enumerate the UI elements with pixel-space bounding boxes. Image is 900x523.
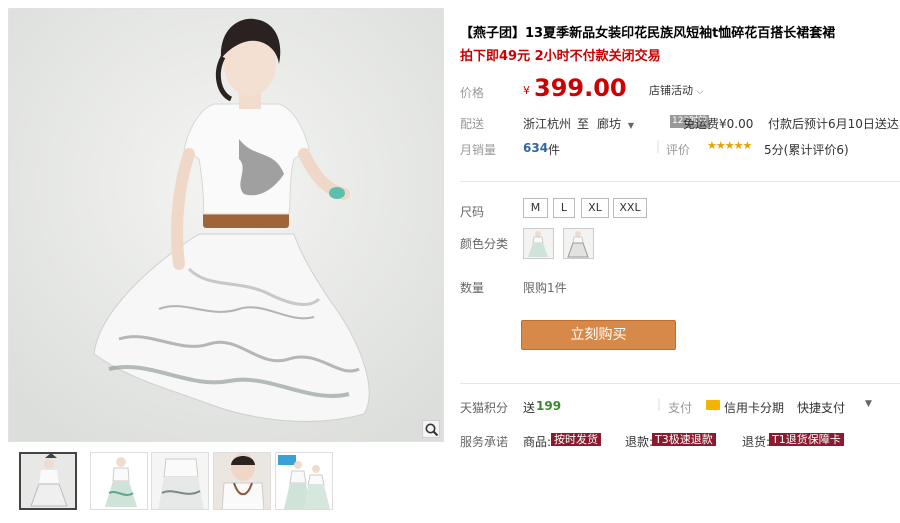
color-label: 颜色分类	[460, 237, 509, 251]
color-option-2[interactable]	[563, 228, 594, 259]
chevron-down-icon[interactable]: ▼	[865, 399, 872, 409]
shipping-note: 付款后预计6月10日送达	[768, 117, 899, 131]
quantity-limit: 限购1件	[523, 281, 567, 295]
quick-pay-link[interactable]: 快捷支付	[797, 399, 845, 416]
chevron-down-icon: ⌵	[696, 87, 704, 97]
monthly-sales-label: 月销量	[460, 143, 497, 157]
credit-installment-link[interactable]: 信用卡分期	[724, 399, 784, 416]
monthly-sales-unit: 件	[548, 143, 561, 157]
service-label: 服务承诺	[460, 435, 509, 449]
size-option-xl[interactable]: XL	[581, 198, 609, 218]
thumbnail-1[interactable]	[19, 452, 77, 510]
shop-activity-label: 店铺活动	[649, 84, 693, 97]
return-label: 退货:	[742, 435, 771, 449]
ship-from: 浙江杭州	[523, 117, 572, 131]
section-divider	[460, 181, 900, 182]
size-option-xxl[interactable]: XXL	[613, 198, 647, 218]
model-photo	[9, 9, 443, 441]
pay-divider: |	[657, 397, 662, 411]
zoom-icon[interactable]	[422, 420, 440, 438]
rating-text[interactable]: 5分(累计评价6)	[764, 141, 849, 158]
thumbnail-3[interactable]	[151, 452, 209, 510]
currency-symbol: ¥	[523, 84, 530, 97]
size-label: 尺码	[460, 205, 485, 219]
product-title: 【燕子团】13夏季新品女装印花民族风短袖t恤碎花百搭长裙套裙	[460, 26, 836, 41]
points-label: 天猫积分	[460, 401, 509, 415]
goods-label: 商品:	[523, 435, 552, 449]
ship-to-city: 廊坊	[597, 117, 622, 131]
shipping-label: 配送	[460, 117, 485, 131]
on-time-shipping-tag[interactable]: 按时发货	[551, 433, 601, 446]
thumbnail-strip	[8, 448, 444, 518]
pay-label: 支付	[668, 401, 693, 415]
thumbnail-2[interactable]	[90, 452, 148, 510]
product-info-panel: 【燕子团】13夏季新品女装印花民族风短袖t恤碎花百搭长裙套裙 拍下即49元 2小…	[460, 0, 900, 523]
buy-now-button[interactable]: 立刻购买	[521, 320, 676, 350]
thumbnail-5[interactable]	[275, 452, 333, 510]
credit-card-icon	[706, 400, 720, 410]
points-value: 199	[536, 399, 562, 413]
ship-to-dropdown[interactable]: 廊坊 ▼	[597, 115, 634, 132]
size-option-l[interactable]: L	[553, 198, 575, 218]
shop-activity-dropdown[interactable]: 店铺活动 ⌵	[649, 82, 703, 98]
price-value: 399.00	[534, 74, 627, 102]
sales-divider: |	[656, 139, 661, 153]
ship-to-word: 至	[577, 117, 590, 131]
points-prefix: 送	[523, 401, 536, 415]
active-indicator	[45, 454, 57, 458]
rating-label: 评价	[666, 143, 691, 157]
return-guarantee-tag[interactable]: T1退货保障卡	[769, 433, 844, 446]
fast-refund-tag[interactable]: T3极速退款	[652, 433, 716, 446]
color-option-1[interactable]	[523, 228, 554, 259]
rating-stars: ★★★★★	[707, 139, 752, 152]
chevron-down-icon: ▼	[627, 121, 634, 130]
section-divider	[460, 383, 900, 384]
thumbnail-4[interactable]	[213, 452, 271, 510]
main-product-image[interactable]	[8, 8, 444, 442]
promo-text: 拍下即49元 2小时不付款关闭交易	[460, 49, 661, 64]
size-option-m[interactable]: M	[523, 198, 548, 218]
quantity-label: 数量	[460, 281, 485, 295]
price-label: 价格	[460, 86, 485, 100]
refund-label: 退款:	[625, 435, 654, 449]
shipping-fee: 免运费¥0.00	[683, 117, 754, 131]
monthly-sales-count: 634	[523, 141, 549, 155]
